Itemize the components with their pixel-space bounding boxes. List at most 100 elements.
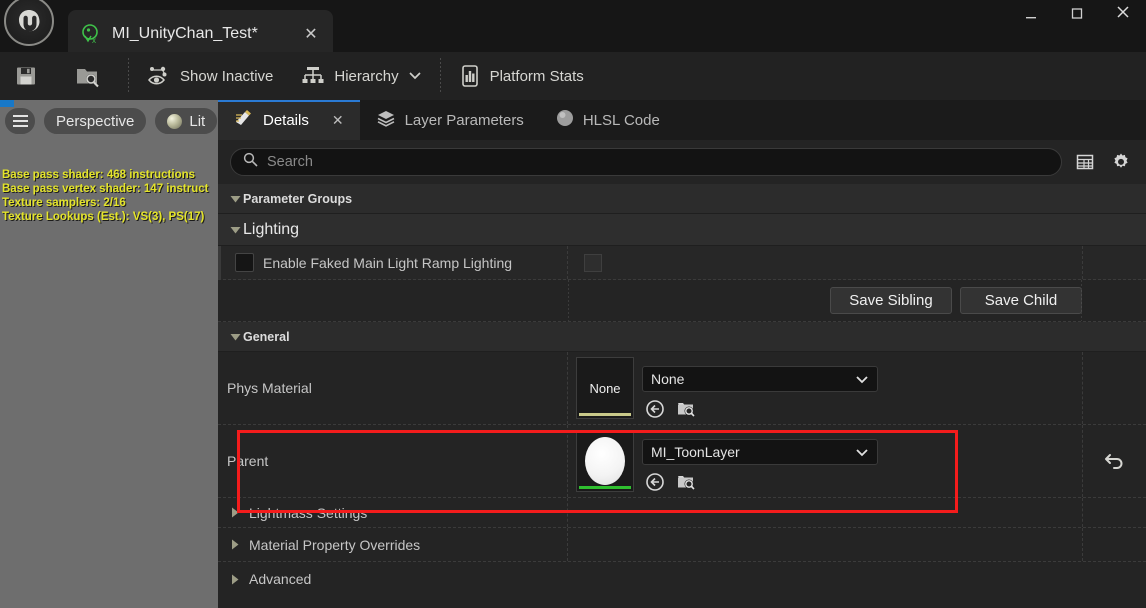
sphere-icon [556, 109, 574, 131]
section-advanced[interactable]: Advanced [218, 562, 1146, 596]
section-parameter-groups-label: Parameter Groups [243, 191, 353, 206]
maximize-button[interactable] [1054, 0, 1100, 22]
minimize-icon [1026, 17, 1036, 19]
toolbar-separator-2 [439, 58, 441, 94]
unreal-u-glyph [19, 10, 40, 32]
shader-stat-line: Texture samplers: 2/16 [2, 197, 126, 209]
section-parameter-groups[interactable]: Parameter Groups [218, 184, 1146, 214]
section-lighting[interactable]: Lighting [218, 214, 1146, 246]
viewport-menu-button[interactable] [4, 107, 36, 135]
shader-stat-line: Base pass shader: 468 instructions [2, 169, 196, 181]
gear-icon[interactable] [1108, 149, 1134, 175]
tab-details-label: Details [263, 111, 309, 129]
parent-material-sphere-preview [585, 437, 625, 485]
browse-content-icon [77, 69, 99, 88]
section-material-property-overrides[interactable]: Material Property Overrides [218, 528, 1146, 562]
unreal-material-instance-editor: x MI_UnityChan_Test* ✕ Show Inactive Hie… [0, 0, 1146, 608]
section-lightmass-settings[interactable]: Lightmass Settings [218, 498, 1146, 528]
row-extra-column [1082, 352, 1146, 424]
section-material-property-overrides-label: Material Property Overrides [249, 536, 421, 553]
material-instance-icon: x [80, 23, 102, 45]
document-tab-title: MI_UnityChan_Test* [112, 25, 258, 42]
unreal-engine-logo[interactable] [4, 0, 54, 46]
viewport-view-mode-label: Lit [189, 112, 206, 130]
viewport-view-mode-button[interactable]: Lit [154, 107, 218, 135]
use-selected-asset-icon[interactable] [644, 471, 666, 493]
row-extra-column [1082, 528, 1146, 561]
close-button[interactable] [1100, 0, 1146, 22]
phys-material-thumbnail-label: None [589, 380, 621, 396]
shader-stat-line: Texture Lookups (Est.): VS(3), PS(17) [2, 211, 205, 223]
svg-text:x: x [92, 36, 96, 45]
document-tab[interactable]: x MI_UnityChan_Test* ✕ [68, 10, 333, 58]
lit-sphere-icon [167, 113, 183, 129]
window-controls [1008, 0, 1146, 22]
parent-dropdown[interactable]: MI_ToonLayer [642, 438, 878, 465]
chevron-right-icon [227, 507, 243, 518]
phys-material-dropdown[interactable]: None [642, 365, 878, 392]
row-parent[interactable]: Parent MI_ToonLayer [218, 425, 1146, 498]
reset-arrow-icon [1104, 449, 1126, 474]
tab-details-close-icon[interactable]: ✕ [332, 112, 344, 129]
search-placeholder: Search [267, 154, 313, 170]
enable-faked-main-light-checkbox[interactable] [235, 253, 254, 272]
chevron-right-icon [227, 574, 243, 585]
section-lightmass-settings-label: Lightmass Settings [249, 504, 368, 521]
parent-thumbnail-underline [579, 486, 631, 489]
section-lighting-label: Lighting [243, 220, 300, 238]
phys-material-thumbnail[interactable]: None [576, 357, 634, 419]
row-phys-material[interactable]: Phys Material None None [218, 352, 1146, 425]
enable-faked-main-light-value-swatch[interactable] [584, 253, 602, 272]
show-inactive-label: Show Inactive [180, 67, 274, 85]
platform-stats-label: Platform Stats [489, 67, 584, 85]
title-bar: x MI_UnityChan_Test* ✕ [0, 0, 1146, 58]
material-preview-viewport[interactable]: Perspective Lit Base pass shader: 468 in… [0, 100, 218, 608]
platform-stats-button[interactable]: Platform Stats [445, 52, 598, 100]
parent-reset-button[interactable] [1082, 425, 1146, 497]
tab-details[interactable]: Details ✕ [218, 100, 360, 140]
parent-value: MI_ToonLayer [651, 443, 740, 460]
main-toolbar: Show Inactive Hierarchy Platform Stats [0, 52, 1146, 100]
phys-material-thumbnail-underline [579, 413, 631, 416]
row-extra-column [1082, 498, 1146, 527]
chevron-right-icon [227, 539, 243, 550]
chevron-down-icon [227, 195, 243, 203]
save-button[interactable] [0, 52, 61, 100]
viewport-camera-mode-button[interactable]: Perspective [43, 107, 148, 135]
use-selected-asset-icon[interactable] [644, 398, 666, 420]
minimize-button[interactable] [1008, 0, 1054, 22]
save-buttons-row: Save Sibling Save Child [218, 280, 1146, 322]
show-inactive-button[interactable]: Show Inactive [133, 52, 287, 100]
hierarchy-label: Hierarchy [334, 67, 399, 85]
platform-stats-icon [461, 65, 478, 87]
section-general[interactable]: General [218, 322, 1146, 352]
save-sibling-button[interactable]: Save Sibling [830, 287, 952, 314]
browse-asset-icon[interactable] [675, 471, 697, 493]
hierarchy-icon [302, 67, 324, 83]
save-child-button[interactable]: Save Child [960, 287, 1082, 314]
tab-layer-parameters[interactable]: Layer Parameters [360, 100, 540, 140]
details-rows: Parameter Groups Lighting Enable Faked M… [218, 184, 1146, 596]
close-icon [1117, 6, 1129, 18]
enable-faked-main-light-label: Enable Faked Main Light Ramp Lighting [263, 254, 513, 271]
browse-asset-icon[interactable] [675, 398, 697, 420]
chevron-down-icon [227, 333, 243, 341]
browse-button[interactable] [61, 52, 124, 100]
tab-hlsl-code-label: HLSL Code [582, 111, 660, 129]
hierarchy-button[interactable]: Hierarchy [287, 52, 435, 100]
row-extra-column [1082, 246, 1146, 279]
row-enable-faked-main-light[interactable]: Enable Faked Main Light Ramp Lighting [218, 246, 1146, 280]
parent-thumbnail[interactable] [576, 430, 634, 492]
phys-material-value: None [651, 370, 685, 387]
hamburger-icon [12, 115, 28, 127]
viewport-camera-mode-label: Perspective [56, 112, 135, 130]
column-settings-icon[interactable] [1072, 149, 1098, 175]
viewport-toolbar: Perspective Lit [4, 107, 218, 135]
parent-label: Parent [218, 425, 568, 497]
search-input[interactable]: Search [230, 148, 1062, 176]
viewport-accent-bar [0, 100, 14, 107]
details-search-row: Search [218, 140, 1146, 184]
details-panel: Details ✕ Layer Parameters HLSL Code Sea… [218, 100, 1146, 608]
tab-hlsl-code[interactable]: HLSL Code [540, 100, 676, 140]
document-tab-close-icon[interactable]: ✕ [301, 24, 321, 44]
